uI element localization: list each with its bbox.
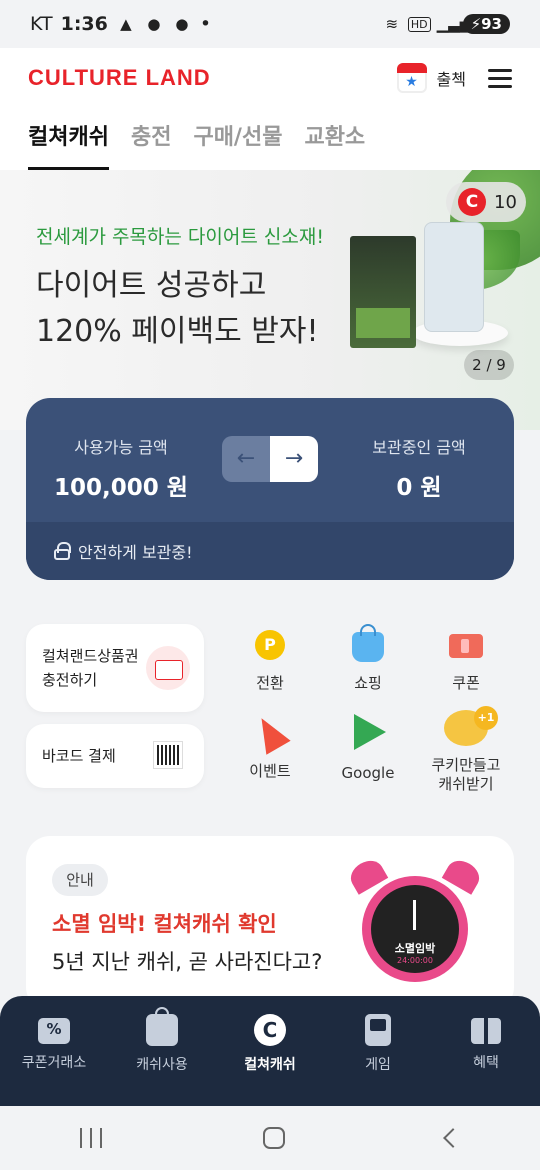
grid-label-event: 이벤트 (249, 762, 291, 780)
coupon-exchange-icon (38, 1018, 70, 1044)
nav-culture-cash[interactable]: C 컬쳐캐쉬 (216, 996, 324, 1106)
tab-purchase-gift[interactable]: 구매/선물 (193, 108, 282, 170)
grid-item-shopping[interactable]: 쇼핑 (320, 624, 416, 693)
available-amount-label: 사용가능 금액 (74, 438, 168, 457)
tab-exchange[interactable]: 교환소 (304, 108, 365, 170)
star-icon: ★ (405, 74, 418, 90)
barcode-payment-card[interactable]: 바코드 결제 (26, 724, 204, 788)
culture-cash-coin-icon: C (458, 188, 486, 216)
grid-label-cookie: 쿠키만들고 캐쉬받기 (431, 756, 501, 793)
banner-subtitle: 전세계가 주목하는 다이어트 신소재! (36, 226, 324, 248)
wifi-icon: ≋ (385, 15, 399, 33)
talk-icon: ● (175, 15, 189, 33)
grid-item-convert[interactable]: P 전환 (222, 626, 318, 693)
point-icon: P (255, 630, 285, 660)
arrow-right-icon[interactable]: → (270, 436, 318, 482)
message-icon: ● (147, 15, 161, 33)
system-navigation-bar (0, 1106, 540, 1170)
battery-level: 93 (481, 15, 502, 33)
clock-time-text: 24:00:00 (397, 956, 433, 965)
transfer-toggle: ← → (222, 436, 318, 482)
nav-label-coupon-exchange: 쿠폰거래소 (21, 1055, 87, 1071)
signal-icon: ▁▃▅ (436, 15, 472, 33)
hamburger-menu-icon[interactable] (488, 69, 512, 88)
warning-icon: ▲ (120, 15, 132, 33)
game-icon (365, 1014, 391, 1046)
arrow-left-icon[interactable]: ← (222, 436, 270, 482)
plus-one-badge: +1 (474, 706, 498, 730)
battery-indicator: ⚡93 (462, 14, 510, 34)
notice-subline: 5년 지난 캐쉬, 곧 사라진다고? (52, 950, 323, 974)
bottom-navigation: 쿠폰거래소 캐쉬사용 C 컬쳐캐쉬 게임 혜택 (0, 996, 540, 1106)
carrier-label: KT (30, 13, 53, 35)
product-blister-image (424, 222, 484, 332)
nav-label-culture-cash: 컬쳐캐쉬 (244, 1057, 296, 1073)
promo-banner[interactable]: 전세계가 주목하는 다이어트 신소재! 다이어트 성공하고 120% 페이백도 … (0, 170, 540, 430)
tab-charge[interactable]: 충전 (131, 108, 171, 170)
attendance-calendar-icon[interactable]: ★ (396, 63, 427, 93)
voucher-charge-card[interactable]: 컬쳐랜드상품권 충전하기 (26, 624, 204, 712)
shopping-bag-icon (146, 1007, 178, 1046)
grid-item-cookie[interactable]: +1 쿠키만들고 캐쉬받기 (418, 706, 514, 794)
coin-count: 10 (494, 191, 517, 213)
notice-tag: 안내 (52, 864, 108, 896)
barcode-payment-label: 바코드 결제 (42, 747, 116, 765)
lock-icon (54, 542, 71, 560)
banner-headline-2: 120% 페이백도 받자! (36, 314, 319, 349)
nav-label-benefits: 혜택 (473, 1055, 499, 1071)
stored-amount-label: 보관중인 금액 (372, 438, 466, 457)
grid-item-google[interactable]: Google (320, 714, 416, 783)
top-tabs: 컬쳐캐쉬 충전 구매/선물 교환소 (0, 108, 540, 170)
grid-label-shopping: 쇼핑 (354, 674, 382, 692)
grid-label-google: Google (341, 764, 395, 782)
notice-card[interactable]: 안내 소멸 임박! 컬쳐캐쉬 확인 5년 지난 캐쉬, 곧 사라진다고? 소멸임… (26, 836, 514, 1011)
stored-amount-value: 0 원 (396, 475, 442, 501)
safe-storage-bar: 안전하게 보관중! (26, 522, 514, 580)
nav-label-game: 게임 (365, 1057, 391, 1073)
barcode-icon (153, 741, 183, 769)
alarm-clock-icon: 소멸임박 24:00:00 (362, 876, 468, 982)
recent-apps-icon[interactable] (80, 1128, 103, 1148)
voucher-charge-line2: 충전하기 (42, 671, 98, 689)
nav-cash-use[interactable]: 캐쉬사용 (108, 996, 216, 1106)
clock-text: 소멸임박 (394, 942, 436, 955)
app-header: CULTURE LAND ★ 출첵 (0, 48, 540, 108)
balance-card: 사용가능 금액 100,000 원 ← → 보관중인 금액 0 원 안전하게 보… (26, 398, 514, 580)
shopping-bag-icon (352, 624, 384, 662)
status-bar: KT 1:36 ▲ ● ● • ≋ HD ▁▃▅ ⚡93 (0, 0, 540, 48)
tab-culture-cash[interactable]: 컬쳐캐쉬 (28, 108, 109, 170)
cash-coin-badge[interactable]: C 10 (446, 182, 526, 222)
nav-coupon-exchange[interactable]: 쿠폰거래소 (0, 996, 108, 1106)
grid-label-coupon: 쿠폰 (452, 674, 480, 692)
nav-game[interactable]: 게임 (324, 996, 432, 1106)
nav-benefits[interactable]: 혜택 (432, 996, 540, 1106)
checkin-label[interactable]: 출첵 (437, 66, 466, 90)
party-popper-icon (249, 711, 291, 755)
notification-dot: • (199, 13, 212, 35)
grid-label-convert: 전환 (256, 674, 284, 692)
hd-icon: HD (407, 16, 431, 32)
available-amount-value: 100,000 원 (54, 475, 188, 501)
clock-time: 1:36 (60, 13, 108, 35)
banner-headline-1: 다이어트 성공하고 (36, 268, 267, 303)
banner-pager: 2 / 9 (464, 350, 514, 380)
culture-cash-icon: C (254, 1014, 286, 1046)
gift-card-icon (146, 646, 190, 690)
nav-label-cash-use: 캐쉬사용 (136, 1057, 188, 1073)
safe-storage-text: 안전하게 보관중! (78, 543, 193, 562)
gift-icon (471, 1018, 501, 1044)
grid-item-event[interactable]: 이벤트 (222, 711, 318, 781)
coupon-icon (449, 634, 483, 658)
back-icon[interactable] (442, 1128, 463, 1148)
notice-headline: 소멸 임박! 컬쳐캐쉬 확인 (52, 912, 277, 936)
home-icon[interactable] (262, 1127, 285, 1149)
voucher-charge-line1: 컬쳐랜드상품권 (42, 647, 139, 665)
culture-land-logo[interactable]: CULTURE LAND (28, 65, 211, 91)
clock-hand (413, 900, 416, 930)
grid-item-coupon[interactable]: 쿠폰 (418, 626, 514, 693)
product-box-image (350, 236, 416, 348)
google-play-icon (354, 714, 386, 750)
